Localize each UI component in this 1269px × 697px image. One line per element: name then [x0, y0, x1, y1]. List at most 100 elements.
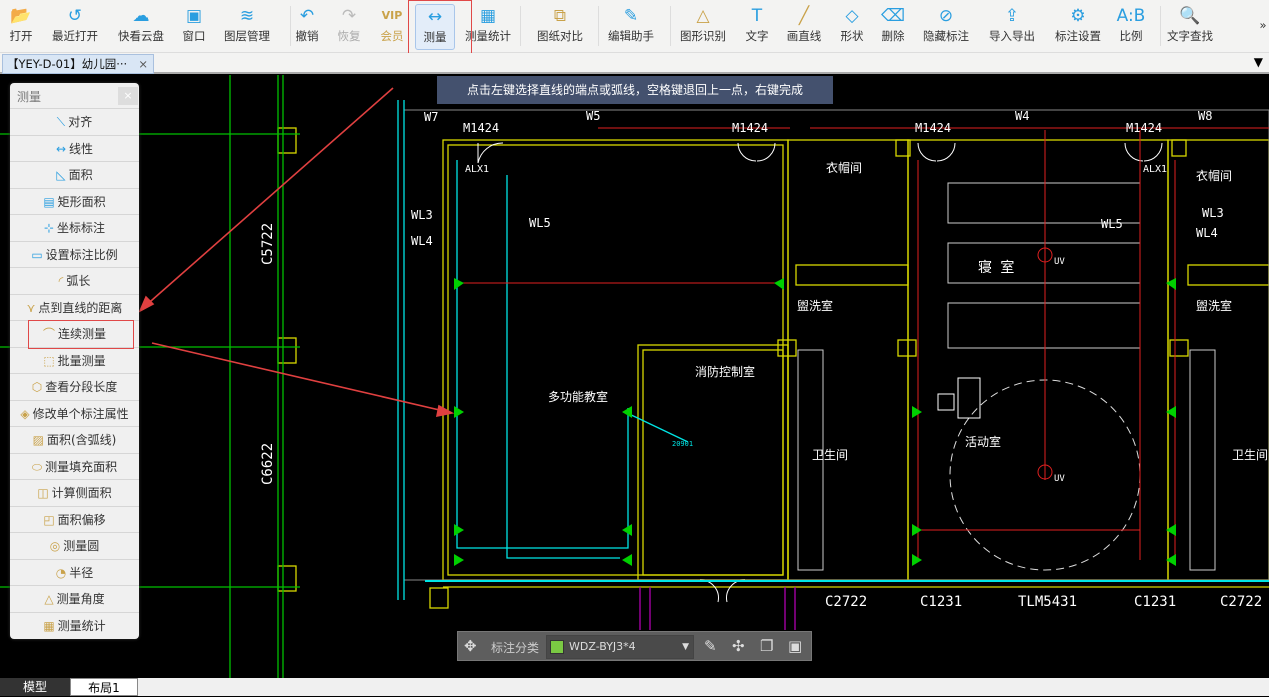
- measure-tool-item[interactable]: ◜ 弧长: [10, 267, 139, 294]
- measure-tool-item[interactable]: △ 测量角度: [10, 585, 139, 612]
- measure-tool-icon: ◔: [55, 565, 67, 580]
- color-swatch: [550, 640, 564, 654]
- copy-icon[interactable]: ❐: [760, 637, 773, 655]
- measure-tool-item[interactable]: ⬡ 查看分段长度: [10, 373, 139, 400]
- toolbar-separator: [670, 6, 671, 46]
- measure-tool-icon: ⬡: [31, 380, 43, 394]
- measure-tool-icon: ▦: [43, 618, 55, 633]
- measure-tool-item[interactable]: ▨ 面积(含弧线): [10, 426, 139, 453]
- window-label: C2722: [825, 594, 867, 610]
- measure-tool-item[interactable]: ⊹ 坐标标注: [10, 214, 139, 241]
- toolbar-button-label: 图纸对比: [537, 29, 583, 43]
- toolbar-button-label: 恢复: [337, 29, 361, 43]
- toolbar-button-scale[interactable]: A:B 比例: [1103, 4, 1159, 50]
- eraser-icon: ⌫: [880, 6, 906, 26]
- label-w8: W8: [1198, 109, 1212, 123]
- label-uv: UV: [1054, 257, 1065, 267]
- toolbar-button-layers[interactable]: ≋ 图层管理: [219, 4, 275, 50]
- measure-tool-icon: ▨: [32, 433, 44, 447]
- toolbar: 📂 打开 ↺ 最近打开 ☁ 快看云盘 ▣ 窗口 ≋ 图层管理 ↶ 撤销 ↷ 恢复 VIP 会员 ↔ 测量 ▦ 测量统计…: [0, 0, 1269, 53]
- measure-tool-item[interactable]: ⟍ 对齐: [10, 108, 139, 135]
- label-wire: WL4: [411, 234, 433, 248]
- annotation-category-label: 标注分类: [491, 641, 540, 655]
- import-export-icon: ⇪: [1004, 6, 1020, 26]
- measure-tool-label: 批量测量: [57, 353, 106, 368]
- measure-tool-item[interactable]: ◺ 面积: [10, 161, 139, 188]
- room-label: 多功能教室: [548, 389, 608, 404]
- toolbar-button-label: 标注设置: [1055, 29, 1101, 43]
- door-label: TLM5431: [1018, 594, 1077, 610]
- measure-tool-item[interactable]: ◔ 半径: [10, 558, 139, 586]
- close-panel-button[interactable]: ×: [118, 87, 138, 105]
- label-w7: W7: [424, 110, 438, 124]
- tab-list-dropdown-icon[interactable]: ▼: [1254, 55, 1263, 69]
- toolbar-button-label: 隐藏标注: [923, 29, 969, 43]
- toolbar-button-window[interactable]: ▣ 窗口: [166, 4, 222, 50]
- measure-tool-label: 弧长: [66, 274, 91, 288]
- toolbar-button-label: 编辑助手: [608, 29, 654, 43]
- measure-tool-item[interactable]: ▤ 矩形面积: [10, 187, 139, 215]
- toolbar-button-label: 快看云盘: [118, 29, 164, 43]
- measure-tool-item[interactable]: ⬭ 测量填充面积: [10, 452, 139, 480]
- measure-tool-item[interactable]: ◈ 修改单个标注属性: [10, 399, 139, 427]
- toolbar-button-shape-recognize[interactable]: △ 图形识别: [675, 4, 731, 50]
- toolbar-button-label: 导入导出: [989, 29, 1035, 43]
- label-panel: ALX1: [465, 164, 489, 175]
- annotation-category-select[interactable]: WDZ-BYJ3*4 ▼: [546, 635, 694, 659]
- toolbar-button-clock[interactable]: ↺ 最近打开: [47, 4, 103, 50]
- measure-tool-item[interactable]: ◫ 计算侧面积: [10, 479, 139, 506]
- edit-icon[interactable]: ✎: [704, 637, 717, 655]
- toolbar-button-annotation-settings[interactable]: ⚙ 标注设置: [1050, 4, 1106, 50]
- toolbar-separator: [1160, 6, 1161, 46]
- cad-drawing-canvas[interactable]: W7 W5 W4 W8 M1424 M1424 M1424 M1424 ALX1…: [0, 74, 1269, 678]
- measure-tool-icon: △: [44, 592, 54, 606]
- toolbar-button-eye-hidden[interactable]: ⊘ 隐藏标注: [918, 4, 974, 50]
- tab-model[interactable]: 模型: [0, 678, 70, 696]
- measure-tool-icon: ◜: [58, 274, 64, 288]
- measure-tool-item[interactable]: ↔ 线性: [10, 134, 139, 162]
- move-icon[interactable]: ✣: [732, 637, 745, 655]
- measure-tool-label: 坐标标注: [57, 221, 106, 235]
- label-wire: WL3: [1202, 206, 1224, 220]
- measure-tool-item[interactable]: ⋎ 点到直线的距离: [10, 293, 139, 321]
- window-icon: ▣: [185, 6, 203, 26]
- measure-panel: 测量 × ⟍ 对齐 ↔ 线性 ◺ 面积 ▤ 矩形面积 ⊹ 坐标标注 ▭ 设置标注比例 ◜ 弧长 ⋎ 点到直线的…: [10, 83, 139, 639]
- measure-tool-item[interactable]: ▦ 测量统计: [10, 611, 139, 639]
- tab-layout1[interactable]: 布局1: [70, 678, 138, 696]
- measure-tool-label: 矩形面积: [57, 194, 106, 209]
- measure-tool-icon: ◈: [20, 406, 30, 421]
- toolbar-button-text-search[interactable]: 🔍 文字查找: [1162, 4, 1218, 50]
- layout-tab-bar: 模型 布局1: [0, 678, 1269, 696]
- dimension-label: 20901: [672, 440, 693, 448]
- measure-tool-icon: ↔: [55, 141, 67, 156]
- annotation-toolbar: ✥ 标注分类 WDZ-BYJ3*4 ▼ ✎ ✣ ❐ ▣: [457, 631, 812, 661]
- toolbar-button-import-export[interactable]: ⇪ 导入导出: [984, 4, 1040, 50]
- label-door: M1424: [915, 121, 951, 135]
- scale-icon: A:B: [1116, 6, 1146, 26]
- close-tab-icon[interactable]: ×: [138, 55, 148, 73]
- toolbar-button-compare[interactable]: ⧉ 图纸对比: [532, 4, 588, 50]
- label-w4: W4: [1015, 109, 1029, 123]
- measure-tool-item[interactable]: ▭ 设置标注比例: [10, 240, 139, 268]
- toolbar-button-label: 文字查找: [1167, 29, 1213, 43]
- toolbar-button-label: 窗口: [182, 29, 206, 43]
- toolbar-button-folder-open[interactable]: 📂 打开: [0, 4, 49, 50]
- measure-tool-item[interactable]: ◰ 面积偏移: [10, 505, 139, 533]
- paste-icon[interactable]: ▣: [788, 637, 802, 655]
- measure-tool-item[interactable]: ⬚ 批量测量: [10, 346, 139, 374]
- measure-tool-item[interactable]: ◎ 测量圆: [10, 532, 139, 559]
- toolbar-button-label: 比例: [1119, 29, 1143, 43]
- measure-tool-icon: ⋎: [26, 300, 36, 315]
- room-label: 卫生间: [812, 448, 848, 462]
- toolbar-button-eraser[interactable]: ⌫ 删除: [865, 4, 921, 50]
- measure-tool-icon: ⬭: [31, 459, 43, 474]
- measure-tool-label: 测量统计: [57, 618, 106, 633]
- document-tab[interactable]: 【YEY-D-01】幼儿园··· ×: [2, 54, 154, 74]
- cloud-icon: ☁: [132, 6, 150, 26]
- grid-menu-icon[interactable]: ✥: [464, 637, 477, 655]
- toolbar-button-cad-edit[interactable]: ✎ 编辑助手: [603, 4, 659, 50]
- measure-tool-label: 修改单个标注属性: [32, 406, 129, 421]
- toolbar-separator: [598, 6, 599, 46]
- label-wire: WL5: [529, 216, 551, 230]
- toolbar-button-cloud[interactable]: ☁ 快看云盘: [113, 4, 169, 50]
